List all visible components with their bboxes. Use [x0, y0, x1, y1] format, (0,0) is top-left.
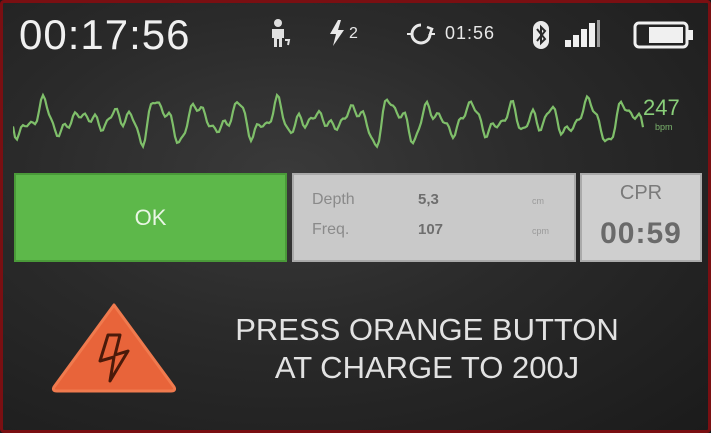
depth-value: 5,3 [418, 191, 439, 208]
ok-label: OK [134, 204, 167, 230]
status-bar: 00:17:56 2 01:56 [3, 3, 708, 73]
cpr-title: CPR [619, 182, 663, 204]
elapsed-time: 00:17:56 [19, 11, 191, 58]
flash-icon [330, 20, 344, 46]
freq-unit: cpm [532, 226, 550, 236]
bluetooth-icon [533, 21, 549, 49]
cpr-time: 00:59 [600, 217, 682, 250]
person-icon [272, 19, 291, 47]
high-voltage-warning-icon [51, 303, 177, 393]
defibrillator-screen: 00:17:56 2 01:56 247 bpm OK Depth 5,3 cm… [0, 0, 711, 433]
freq-label: Freq. [312, 221, 350, 238]
shock-count: 2 [349, 25, 358, 42]
freq-value: 107 [418, 221, 444, 238]
depth-unit: cm [532, 196, 544, 206]
heart-rate-unit: bpm [655, 122, 673, 132]
instruction-message: PRESS ORANGE BUTTON AT CHARGE TO 200J [163, 311, 691, 387]
cpr-feedback-panel: Depth 5,3 cm Freq. 107 cpm [292, 173, 576, 262]
message-line-2: AT CHARGE TO 200J [274, 350, 580, 385]
ecg-waveform [13, 92, 645, 150]
message-line-1: PRESS ORANGE BUTTON [235, 312, 619, 347]
signal-icon [565, 20, 600, 47]
timer-icon [407, 23, 435, 45]
battery-icon [633, 21, 693, 49]
depth-label: Depth [312, 191, 355, 208]
cpr-timer-panel: CPR 00:59 [580, 173, 702, 262]
heart-rate-value: 247 [643, 95, 680, 120]
cpr-cycle-timer: 01:56 [445, 23, 496, 43]
status-ok-panel: OK [14, 173, 287, 262]
